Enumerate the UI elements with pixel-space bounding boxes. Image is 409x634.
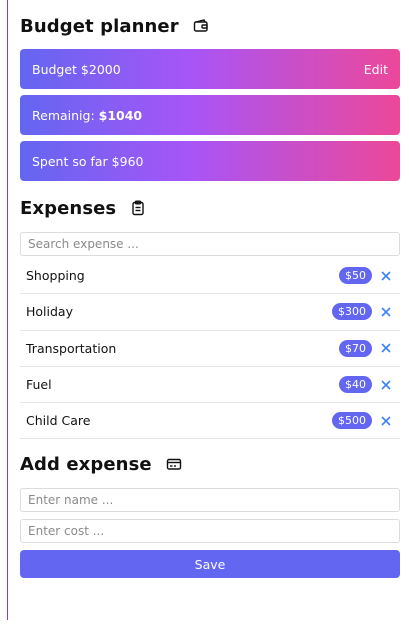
expense-name: Transportation [26,340,117,356]
expense-actions: $70 [339,339,392,357]
close-icon[interactable] [380,379,392,391]
close-icon[interactable] [380,342,392,354]
remaining-card: Remainig: $1040 [20,95,400,135]
budget-amount: Budget $2000 [32,61,121,77]
add-expense-header: Add expense [20,452,400,476]
expense-cost-badge: $500 [332,412,372,430]
expense-name: Fuel [26,377,52,393]
expense-name: Child Care [26,413,91,429]
spent-amount: Spent so far $960 [32,153,144,169]
expense-row: Transportation $70 [20,331,400,367]
expense-name: Shopping [26,268,85,284]
budget-planner-app: Budget planner Budget $2000 Edit Remaini… [20,0,400,579]
remaining-value: $1040 [98,107,143,123]
spent-card: Spent so far $960 [20,141,400,181]
expense-row: Shopping $50 [20,258,400,295]
edit-budget-button[interactable]: Edit [364,62,388,77]
expense-actions: $300 [332,303,392,321]
clipboard-icon [130,200,146,216]
expense-row: Fuel $40 [20,367,400,404]
expense-actions: $500 [332,412,392,430]
expense-row: Child Care $500 [20,403,400,440]
expense-cost-badge: $40 [339,376,372,394]
expenses-title: Expenses [20,197,117,219]
credit-card-icon [166,456,182,472]
expense-cost-badge: $70 [339,339,372,357]
expenses-header: Expenses [20,196,400,220]
expense-cost-badge: $50 [339,267,372,285]
expense-cost-badge: $300 [332,303,372,321]
expense-list: Shopping $50 Holiday $300 Transportation… [20,258,400,440]
close-icon[interactable] [380,270,392,282]
expense-actions: $40 [339,376,392,394]
close-icon[interactable] [380,306,392,318]
remaining-text: Remainig: $1040 [32,108,142,123]
remaining-label: Remainig: [32,107,99,123]
close-icon[interactable] [380,415,392,427]
expense-actions: $50 [339,267,392,285]
expense-name-input[interactable] [20,488,400,513]
add-expense-title: Add expense [20,453,152,475]
wallet-icon [193,18,209,34]
expense-row: Holiday $300 [20,294,400,331]
expense-cost-input[interactable] [20,519,400,544]
expense-name: Holiday [26,304,73,320]
left-border-line [7,0,8,620]
page-title: Budget planner [20,15,179,37]
budget-card: Budget $2000 Edit [20,49,400,89]
budget-cards: Budget $2000 Edit Remainig: $1040 Spent … [20,49,400,181]
search-expense-input[interactable] [20,232,400,256]
budget-header: Budget planner [20,14,400,38]
save-button[interactable]: Save [20,550,400,579]
